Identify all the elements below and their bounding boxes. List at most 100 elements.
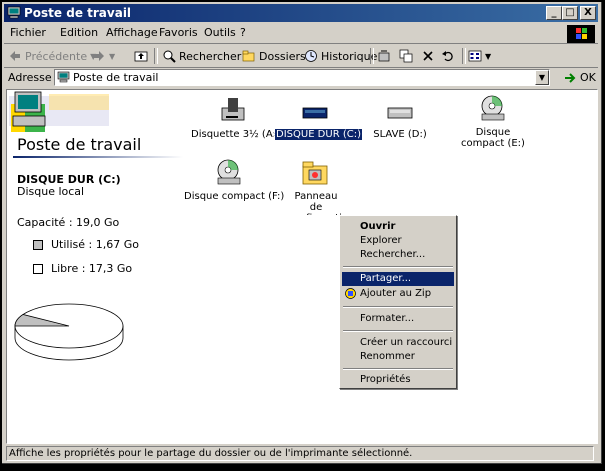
views-icon <box>468 49 482 63</box>
forward-arrow-icon <box>92 49 106 63</box>
drive-e-label: Disque compact (E:) <box>461 127 525 149</box>
status-bar: Affiche les propriétés pour le partage d… <box>4 445 598 462</box>
drive-d[interactable]: SLAVE (D:) <box>365 96 435 140</box>
drive-a-label: Disquette 3½ (A:) <box>191 129 280 140</box>
ctx-add-to-zip-label: Ajouter au Zip <box>360 288 432 299</box>
search-icon <box>162 49 176 63</box>
toolbar-separator <box>370 48 374 64</box>
panel-title: Poste de travail <box>17 135 142 154</box>
explorer-window: Poste de travail _ □ X Fichier Edition A… <box>2 2 602 464</box>
disk-usage-pie-chart <box>14 303 124 361</box>
control-panel-label: Panneau de configuration <box>288 191 345 215</box>
back-label: Précédente <box>25 49 88 63</box>
free-swatch <box>33 263 43 274</box>
go-button[interactable]: OK <box>564 71 596 84</box>
drive-f[interactable]: Disque compact (F:) <box>183 158 284 202</box>
ctx-open[interactable]: Ouvrir <box>342 220 454 234</box>
chevron-down-icon: ▼ <box>538 73 546 82</box>
ctx-separator <box>343 266 453 268</box>
drive-f-label: Disque compact (F:) <box>184 191 285 202</box>
drive-c[interactable]: DISQUE DUR (C:) <box>274 96 363 141</box>
views-button[interactable]: ▼ <box>468 48 491 64</box>
legend-free: Libre : 17,3 Go <box>33 262 132 275</box>
menu-view[interactable]: Affichage <box>106 26 158 39</box>
ctx-separator <box>343 306 453 308</box>
selected-drive-type: Disque local <box>17 185 85 198</box>
toolbar: Précédente ▼ ▼ Rechercher Dossiers Histo… <box>4 45 598 68</box>
ctx-properties[interactable]: Propriétés <box>342 373 454 387</box>
search-button[interactable]: Rechercher <box>162 48 241 64</box>
menu-edit[interactable]: Edition <box>60 26 98 39</box>
cdrom-icon <box>217 159 241 185</box>
close-button[interactable]: X <box>580 6 596 20</box>
my-computer-banner-icon <box>9 91 109 132</box>
folders-button[interactable]: Dossiers <box>242 48 306 64</box>
menu-file[interactable]: Fichier <box>10 26 46 39</box>
harddisk-icon <box>302 107 328 119</box>
menu-tools[interactable]: Outils <box>204 26 236 39</box>
undo-button[interactable] <box>441 48 455 64</box>
ctx-rename[interactable]: Renommer <box>342 350 454 364</box>
panel-divider <box>13 156 183 158</box>
history-icon <box>304 49 318 63</box>
ctx-add-to-zip[interactable]: Ajouter au Zip <box>342 287 454 301</box>
status-text: Affiche les propriétés pour le partage d… <box>6 446 594 461</box>
harddisk-icon <box>387 107 413 119</box>
drive-d-label: SLAVE (D:) <box>373 129 427 140</box>
computer-icon <box>7 6 21 19</box>
ctx-explore[interactable]: Explorer <box>342 234 454 248</box>
copy-to-button[interactable] <box>399 48 413 64</box>
menu-help[interactable]: ? <box>240 26 246 39</box>
drive-a[interactable]: Disquette 3½ (A:) <box>190 96 280 140</box>
minimize-button[interactable]: _ <box>546 6 562 20</box>
floppy-icon <box>221 98 245 121</box>
address-bar: Adresse Poste de travail ▼ OK <box>4 68 598 88</box>
chevron-down-icon: ▼ <box>485 51 492 61</box>
ctx-create-shortcut[interactable]: Créer un raccourci <box>342 336 454 350</box>
search-label: Rechercher <box>179 49 242 63</box>
toolbar-separator <box>154 48 158 64</box>
ctx-format[interactable]: Formater... <box>342 312 454 326</box>
ctx-share[interactable]: Partager... <box>342 272 454 286</box>
drive-capacity: Capacité : 19,0 Go <box>17 216 120 229</box>
ctx-search[interactable]: Rechercher... <box>342 248 454 262</box>
zip-icon <box>345 288 356 299</box>
history-button[interactable]: Historique <box>304 48 377 64</box>
back-arrow-icon <box>8 49 22 63</box>
content-area: Poste de travail DISQUE DUR (C:) Disque … <box>6 89 598 444</box>
delete-x-icon <box>421 49 435 63</box>
chevron-down-icon: ▼ <box>109 51 116 61</box>
toolbar-separator <box>462 48 466 64</box>
used-swatch <box>33 239 43 250</box>
control-panel-icon <box>302 161 328 185</box>
go-arrow-icon <box>565 72 576 83</box>
address-input[interactable]: Poste de travail ▼ <box>54 69 550 86</box>
windows-logo-icon <box>567 25 595 43</box>
move-to-button[interactable] <box>377 48 391 64</box>
up-folder-button[interactable] <box>134 48 148 64</box>
move-to-icon <box>377 49 391 63</box>
menu-favorites[interactable]: Favoris <box>159 26 198 39</box>
ctx-separator <box>343 330 453 332</box>
history-label: Historique <box>321 49 378 63</box>
menu-bar: Fichier Edition Affichage Favoris Outils… <box>4 23 598 44</box>
folders-icon <box>242 49 256 63</box>
address-label: Adresse <box>8 71 52 84</box>
address-value: Poste de travail <box>73 71 159 84</box>
cdrom-icon <box>481 95 505 121</box>
address-dropdown-button[interactable]: ▼ <box>535 70 549 85</box>
undo-icon <box>441 49 455 63</box>
maximize-button[interactable]: □ <box>562 6 578 20</box>
forward-button[interactable]: ▼ <box>92 48 115 64</box>
up-folder-icon <box>134 49 148 63</box>
context-menu: Ouvrir Explorer Rechercher... Partager..… <box>339 215 457 389</box>
control-panel[interactable]: Panneau de configuration <box>287 158 345 218</box>
used-label: Utilisé : 1,67 Go <box>51 238 139 251</box>
drive-e[interactable]: Disque compact (E:) <box>455 94 529 149</box>
legend-used: Utilisé : 1,67 Go <box>33 238 139 251</box>
computer-icon <box>57 71 70 83</box>
title-bar[interactable]: Poste de travail _ □ X <box>4 4 598 22</box>
delete-button[interactable] <box>421 48 435 64</box>
back-button[interactable]: Précédente ▼ <box>8 48 96 64</box>
free-label: Libre : 17,3 Go <box>51 262 133 275</box>
